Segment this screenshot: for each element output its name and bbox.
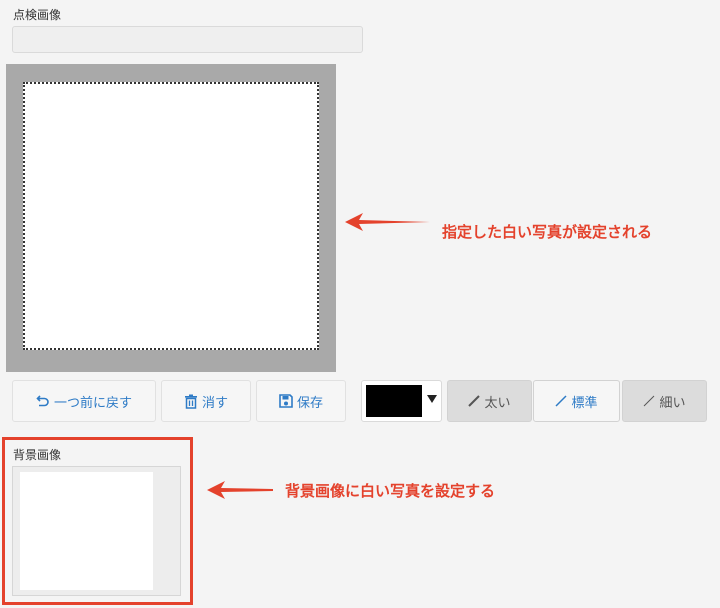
pen-line-icon xyxy=(644,395,655,407)
inspection-image-label: 点検画像 xyxy=(13,8,62,22)
undo-button[interactable]: 一つ前に戻す xyxy=(12,380,156,422)
arrow-left-icon xyxy=(345,213,430,231)
inspection-image-field[interactable] xyxy=(12,26,363,53)
pen-thick-label: 太い xyxy=(484,395,511,411)
trash-icon xyxy=(184,394,197,409)
background-annotation-text: 背景画像に白い写真を設定する xyxy=(285,482,496,500)
caret-down-icon xyxy=(427,395,437,403)
save-button[interactable]: 保存 xyxy=(256,380,346,422)
pen-line-icon xyxy=(468,395,481,407)
pen-line-icon xyxy=(555,395,568,407)
clear-label: 消す xyxy=(201,395,228,411)
annotation-highlight-box xyxy=(2,437,193,605)
pen-thin-label: 細い xyxy=(659,395,686,411)
floppy-disk-icon xyxy=(279,394,293,408)
pen-thin-button[interactable]: 細い xyxy=(622,380,707,422)
canvas-annotation-text: 指定した白い写真が設定される xyxy=(442,223,653,241)
pen-color-select[interactable] xyxy=(361,380,442,422)
pen-thick-button[interactable]: 太い xyxy=(447,380,532,422)
pen-standard-label: 標準 xyxy=(571,395,598,411)
undo-label: 一つ前に戻す xyxy=(53,395,132,411)
clear-button[interactable]: 消す xyxy=(161,380,251,422)
pen-standard-button[interactable]: 標準 xyxy=(533,380,620,422)
drawing-canvas[interactable] xyxy=(23,82,319,350)
arrow-left-icon xyxy=(207,481,273,499)
undo-icon xyxy=(36,395,49,407)
save-label: 保存 xyxy=(296,395,323,411)
pen-color-swatch xyxy=(366,385,422,417)
